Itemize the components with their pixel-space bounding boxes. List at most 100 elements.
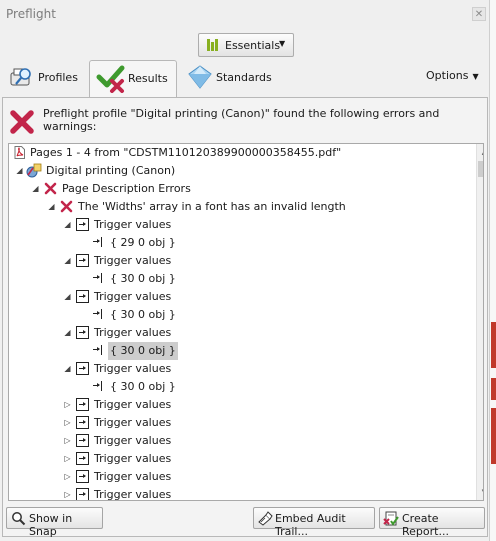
embed-audit-trail-button[interactable]: Embed Audit Trail... <box>253 507 375 538</box>
tree-node-pages[interactable]: Pages 1 - 4 from "CDSTM11012038990000035… <box>9 144 469 162</box>
tree-label-category: Page Description Errors <box>62 182 191 195</box>
error-x-icon <box>44 182 57 195</box>
tree-node-trigger-collapsed[interactable]: ▷ Trigger values <box>9 450 469 468</box>
tree-label-object: { 30 0 obj } <box>110 272 176 285</box>
tree-node-trigger[interactable]: ◢ Trigger values <box>9 252 469 270</box>
tree-scrollbar[interactable]: ▲ ▼ <box>476 144 483 500</box>
tree-node-category[interactable]: ◢ Page Description Errors <box>9 180 469 198</box>
tree-node-trigger-collapsed[interactable]: ▷ Trigger values <box>9 396 469 414</box>
expanded-triangle-icon[interactable]: ◢ <box>15 162 24 180</box>
expanded-triangle-icon[interactable]: ◢ <box>63 288 72 306</box>
expanded-triangle-icon[interactable]: ◢ <box>63 324 72 342</box>
expanded-triangle-icon[interactable]: ◢ <box>63 216 72 234</box>
tab-standards-label: Standards <box>216 71 272 84</box>
pdf-file-icon <box>14 146 25 159</box>
tree-node-trigger[interactable]: ◢ Trigger values <box>9 216 469 234</box>
tab-profiles[interactable]: Profiles <box>8 61 86 97</box>
tab-results[interactable]: Results <box>89 60 177 98</box>
tree-label-trigger: Trigger values <box>94 254 172 267</box>
collapsed-triangle-icon[interactable]: ▷ <box>63 468 72 486</box>
tree-label-profile: Digital printing (Canon) <box>46 164 176 177</box>
chevron-down-icon: ▼ <box>472 72 479 81</box>
trigger-icon <box>76 398 89 411</box>
profile-icon <box>26 163 42 178</box>
preflight-panel: Preflight ✕ Essentials ▼ Profiles Result… <box>0 0 489 541</box>
tree-node-trigger[interactable]: ◢ Trigger values <box>9 324 469 342</box>
object-ref-icon <box>93 272 106 285</box>
tree-node-trigger[interactable]: ◢ Trigger values <box>9 288 469 306</box>
expanded-triangle-icon[interactable]: ◢ <box>47 198 56 216</box>
tree-node-object[interactable]: { 30 0 obj } <box>9 378 469 396</box>
error-x-icon <box>60 200 73 213</box>
stamp-icon <box>258 511 273 526</box>
results-tree: Pages 1 - 4 from "CDSTM11012038990000035… <box>8 143 484 501</box>
edge-mark <box>491 322 496 368</box>
options-menu[interactable]: Options ▼ <box>426 69 479 82</box>
report-icon <box>383 511 399 526</box>
trigger-icon <box>76 416 89 429</box>
tree-label-object: { 30 0 obj } <box>108 342 178 360</box>
options-label: Options <box>426 69 469 82</box>
tree-label-trigger: Trigger values <box>94 326 172 339</box>
collapsed-triangle-icon[interactable]: ▷ <box>63 486 72 500</box>
tree-label-object: { 29 0 obj } <box>110 236 176 249</box>
tree-node-trigger-collapsed[interactable]: ▷ Trigger values <box>9 414 469 432</box>
tree-label-trigger: Trigger values <box>94 398 172 411</box>
trigger-icon <box>76 452 89 465</box>
object-ref-icon <box>93 380 106 393</box>
window-title: Preflight <box>6 7 56 21</box>
close-button[interactable]: ✕ <box>472 7 486 21</box>
essentials-label: Essentials <box>225 39 281 52</box>
tree-label-trigger: Trigger values <box>94 416 172 429</box>
tree-label-trigger: Trigger values <box>94 218 172 231</box>
edge-mark <box>491 408 496 464</box>
trigger-icon <box>76 488 89 500</box>
tree-label-object: { 30 0 obj } <box>110 308 176 321</box>
expanded-triangle-icon[interactable]: ◢ <box>31 180 40 198</box>
scroll-down-arrow-icon[interactable]: ▼ <box>477 484 483 500</box>
tree-node-object[interactable]: { 29 0 obj } <box>9 234 469 252</box>
create-report-button[interactable]: Create Report... <box>379 507 485 538</box>
tree-node-object-selected[interactable]: { 30 0 obj } <box>9 342 469 360</box>
object-ref-icon <box>93 308 106 321</box>
magnifier-icon <box>10 68 31 86</box>
collapsed-triangle-icon[interactable]: ▷ <box>63 450 72 468</box>
tree-node-profile[interactable]: ◢ Digital printing (Canon) <box>9 162 469 180</box>
essentials-icon <box>207 39 221 51</box>
show-in-snap-button[interactable]: Show in Snap <box>6 507 103 538</box>
title-bar: Preflight ✕ <box>0 0 489 30</box>
tab-standards[interactable]: Standards <box>188 61 278 97</box>
tree-node-trigger-collapsed[interactable]: ▷ Trigger values <box>9 486 469 501</box>
tree-node-object[interactable]: { 30 0 obj } <box>9 306 469 324</box>
essentials-dropdown[interactable]: Essentials ▼ <box>198 33 294 57</box>
expanded-triangle-icon[interactable]: ◢ <box>63 360 72 378</box>
collapsed-triangle-icon[interactable]: ▷ <box>63 396 72 414</box>
tree-label-error: The 'Widths' array in a font has an inva… <box>78 200 346 213</box>
scroll-up-arrow-icon[interactable]: ▲ <box>477 144 483 160</box>
trigger-icon <box>76 362 89 375</box>
trigger-icon <box>76 326 89 339</box>
trigger-icon <box>76 290 89 303</box>
preflight-window: Preflight ✕ Essentials ▼ Profiles Result… <box>0 0 496 541</box>
tree-label-trigger: Trigger values <box>94 290 172 303</box>
tree-node-object[interactable]: { 30 0 obj } <box>9 270 469 288</box>
tree-label-trigger: Trigger values <box>94 434 172 447</box>
tree-node-error[interactable]: ◢ The 'Widths' array in a font has an in… <box>9 198 469 216</box>
trigger-icon <box>76 254 89 267</box>
embed-audit-trail-label: Embed Audit Trail... <box>275 512 346 538</box>
tree-node-trigger-collapsed[interactable]: ▷ Trigger values <box>9 432 469 450</box>
tree-node-trigger[interactable]: ◢ Trigger values <box>9 360 469 378</box>
expanded-triangle-icon[interactable]: ◢ <box>63 252 72 270</box>
tree-label-object: { 30 0 obj } <box>110 380 176 393</box>
edge-mark <box>491 378 496 400</box>
tree-node-trigger-collapsed[interactable]: ▷ Trigger values <box>9 468 469 486</box>
collapsed-triangle-icon[interactable]: ▷ <box>63 414 72 432</box>
object-ref-icon <box>93 344 106 357</box>
collapsed-triangle-icon[interactable]: ▷ <box>63 432 72 450</box>
tree-label-trigger: Trigger values <box>94 488 172 501</box>
tree-label-trigger: Trigger values <box>94 362 172 375</box>
trigger-icon <box>76 470 89 483</box>
scrollbar-thumb[interactable] <box>478 161 483 177</box>
show-in-snap-label: Show in Snap <box>29 512 73 538</box>
create-report-label: Create Report... <box>402 512 449 538</box>
